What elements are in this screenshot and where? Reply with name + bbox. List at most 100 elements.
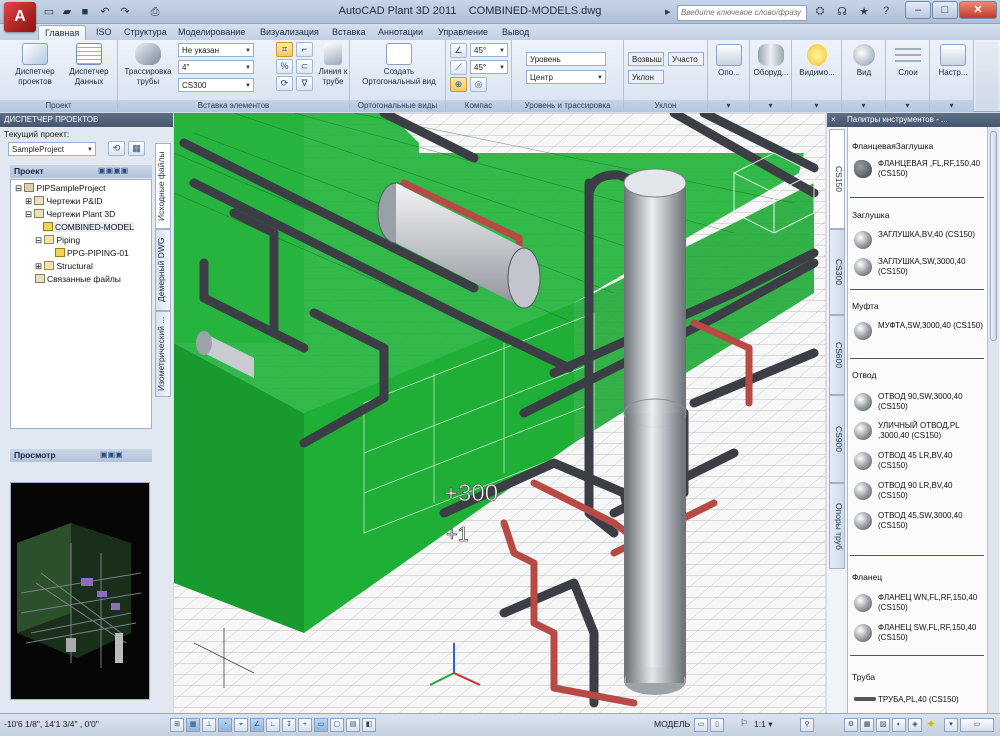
- data-manager-button[interactable]: Диспетчер Данных: [64, 43, 114, 87]
- tab-iso[interactable]: ISO: [90, 25, 118, 40]
- dropdown-arrow[interactable]: ▾: [842, 100, 885, 112]
- insert-tool-2-icon[interactable]: %: [276, 59, 293, 74]
- app-menu-logo[interactable]: A: [4, 2, 36, 32]
- new-file-icon[interactable]: ▭: [40, 4, 58, 20]
- tab-cs600[interactable]: CS600: [829, 315, 845, 395]
- scrollbar-thumb[interactable]: [990, 131, 997, 341]
- notification-bulb-icon[interactable]: ✦: [926, 717, 936, 731]
- tool-item[interactable]: ФЛАНЕЦ SW,FL,RF,150,40 (CS150): [854, 621, 982, 647]
- class-combo[interactable]: CS300 ▼: [178, 78, 254, 92]
- insert-tool-4-icon[interactable]: ⌐: [296, 42, 313, 57]
- favorites-star-icon[interactable]: ★: [856, 5, 872, 21]
- tree-item-linked[interactable]: Связанные файлы: [35, 274, 121, 284]
- selection-cycle-icon[interactable]: ◧: [362, 718, 376, 732]
- tool-item[interactable]: ТРУБА,PL,40 (CS150): [854, 689, 982, 711]
- status-tray-icon[interactable]: ◈: [908, 718, 922, 732]
- layout-view-icon[interactable]: ▭: [694, 718, 708, 732]
- help-icon[interactable]: ?: [878, 5, 894, 21]
- open-folder-icon[interactable]: ▰: [58, 4, 76, 20]
- slope-button[interactable]: Уклон: [628, 70, 664, 84]
- insert-tool-5-icon[interactable]: ⊂: [296, 59, 313, 74]
- tab-pipe-supports[interactable]: Опоры труб: [829, 483, 845, 569]
- model-space-label[interactable]: МОДЕЛЬ: [654, 719, 690, 729]
- tool-item[interactable]: ЗАГЛУШКА,SW,3000,40 (CS150): [854, 255, 982, 281]
- tab-cs150[interactable]: CS150: [829, 129, 845, 229]
- ortho-toggle-icon[interactable]: ⊥: [202, 718, 216, 732]
- visibility-button[interactable]: Видимо...: [796, 44, 838, 78]
- tree-item-combined[interactable]: COMBINED-MODEL: [43, 222, 134, 232]
- ucs-toggle-icon[interactable]: ↧: [282, 718, 296, 732]
- equipment-button[interactable]: Оборуд...: [752, 44, 790, 78]
- preview-tools-icon[interactable]: ▣▣▣: [100, 450, 123, 459]
- create-ortho-view-button[interactable]: Создать Ортогональный вид: [354, 43, 444, 87]
- tool-item[interactable]: ОТВОД 90,SW,3000,40 (CS150): [854, 390, 982, 416]
- binoculars-icon[interactable]: ⛭: [812, 5, 828, 21]
- tool-item[interactable]: ФЛАНЦЕВАЯ ,FL,RF,150,40 (CS150): [854, 157, 982, 183]
- workspace-icon[interactable]: ⚙: [844, 718, 858, 732]
- grid-toggle-icon[interactable]: ▦: [186, 718, 200, 732]
- model-viewport[interactable]: +300 +1: [174, 113, 825, 713]
- tool-item[interactable]: ОТВОД 45,SW,3000,40 (CS150): [854, 509, 982, 535]
- project-manager-button[interactable]: Диспетчер проектов: [10, 43, 60, 87]
- save-icon[interactable]: ■: [76, 4, 94, 20]
- layers-button[interactable]: Слои: [889, 44, 927, 78]
- dropdown-arrow[interactable]: ▾: [792, 100, 841, 112]
- communication-center-icon[interactable]: ☊: [834, 5, 850, 21]
- minimize-button[interactable]: –: [905, 1, 931, 19]
- project-refresh-icon[interactable]: ⟲: [108, 141, 125, 156]
- compass-toggle-icon[interactable]: ⊕: [450, 77, 467, 92]
- angle-combo-2[interactable]: 45° ▼: [470, 60, 508, 74]
- dyn-toggle-icon[interactable]: +: [298, 718, 312, 732]
- undo-icon[interactable]: ↶: [96, 4, 114, 20]
- line-to-pipe-button[interactable]: Линия к трубе: [314, 43, 352, 87]
- maximize-button[interactable]: □: [932, 1, 958, 19]
- dropdown-arrow[interactable]: ▾: [750, 100, 791, 112]
- angle-combo-1[interactable]: 45° ▼: [470, 43, 508, 57]
- tab-insert[interactable]: Вставка: [326, 25, 371, 40]
- compass-tilt-icon[interactable]: ⟋: [450, 60, 467, 75]
- tool-item[interactable]: ОТВОД 90 LR,BV,40 (CS150): [854, 479, 982, 505]
- annotation-scale[interactable]: 1:1 ▾: [754, 719, 772, 730]
- palette-close-icon[interactable]: ×: [831, 115, 836, 124]
- tab-isometric[interactable]: Изометрический ...: [155, 311, 171, 397]
- level-combo[interactable]: Уровень: [526, 52, 606, 66]
- tree-item-ppg-piping[interactable]: PPG-PIPING-01: [55, 248, 129, 258]
- tab-structure[interactable]: Структура: [118, 25, 173, 40]
- search-expand-icon[interactable]: ▸: [665, 5, 671, 18]
- compass-snap-icon[interactable]: ◎: [470, 77, 487, 92]
- dropdown-arrow[interactable]: ▾: [930, 100, 973, 112]
- annotation-visibility-icon[interactable]: ⚲: [800, 718, 814, 732]
- tree-item-root[interactable]: ⊟ PIPSampleProject: [15, 183, 105, 194]
- 3dosnap-toggle-icon[interactable]: ∠: [250, 718, 264, 732]
- otrack-toggle-icon[interactable]: ∟: [266, 718, 280, 732]
- tool-item[interactable]: МУФТА,SW,3000,40 (CS150): [854, 319, 983, 345]
- view-button[interactable]: Вид: [845, 44, 883, 78]
- toolbar-lock-icon[interactable]: ▦: [860, 718, 874, 732]
- tab-cs900[interactable]: CS900: [829, 395, 845, 483]
- redo-icon[interactable]: ↷: [116, 4, 134, 20]
- size-combo[interactable]: 4" ▼: [178, 60, 254, 74]
- compass-angle-icon[interactable]: ∠: [450, 43, 467, 58]
- current-project-combo[interactable]: SampleProject ▼: [8, 142, 96, 156]
- quick-props-toggle-icon[interactable]: ▤: [346, 718, 360, 732]
- transparency-toggle-icon[interactable]: ▢: [330, 718, 344, 732]
- tab-manage[interactable]: Управление: [432, 25, 494, 40]
- section-button[interactable]: Участо: [668, 52, 704, 66]
- tool-item[interactable]: ОТВОД 45 LR,BV,40 (CS150): [854, 449, 982, 475]
- tool-item[interactable]: ФЛАНЕЦ WN,FL,RF,150,40 (CS150): [854, 591, 982, 617]
- osnap-toggle-icon[interactable]: ⌖: [234, 718, 248, 732]
- project-section-tools-icon[interactable]: ▣▣▣▣: [98, 166, 128, 175]
- lineweight-toggle-icon[interactable]: ▭: [314, 718, 328, 732]
- tab-source-files[interactable]: Исходные файлы: [155, 143, 171, 229]
- tab-annotations[interactable]: Аннотации: [372, 25, 429, 40]
- tree-item-plant3d[interactable]: ⊟ Чертежи Plant 3D: [25, 209, 115, 220]
- polar-toggle-icon[interactable]: ◔: [218, 718, 232, 732]
- annotation-scale-icon[interactable]: ⚐: [740, 718, 748, 729]
- insert-tool-1-icon[interactable]: ⌗: [276, 42, 293, 57]
- hardware-accel-icon[interactable]: ▨: [876, 718, 890, 732]
- spec-combo[interactable]: Не указан ▼: [178, 43, 254, 57]
- palette-scrollbar[interactable]: [987, 127, 999, 713]
- fullscreen-icon[interactable]: ▭: [960, 718, 994, 732]
- dropdown-arrow[interactable]: ▾: [886, 100, 929, 112]
- tool-item[interactable]: УЛИЧНЫЙ ОТВОД,PL ,3000,40 (CS150): [854, 419, 982, 445]
